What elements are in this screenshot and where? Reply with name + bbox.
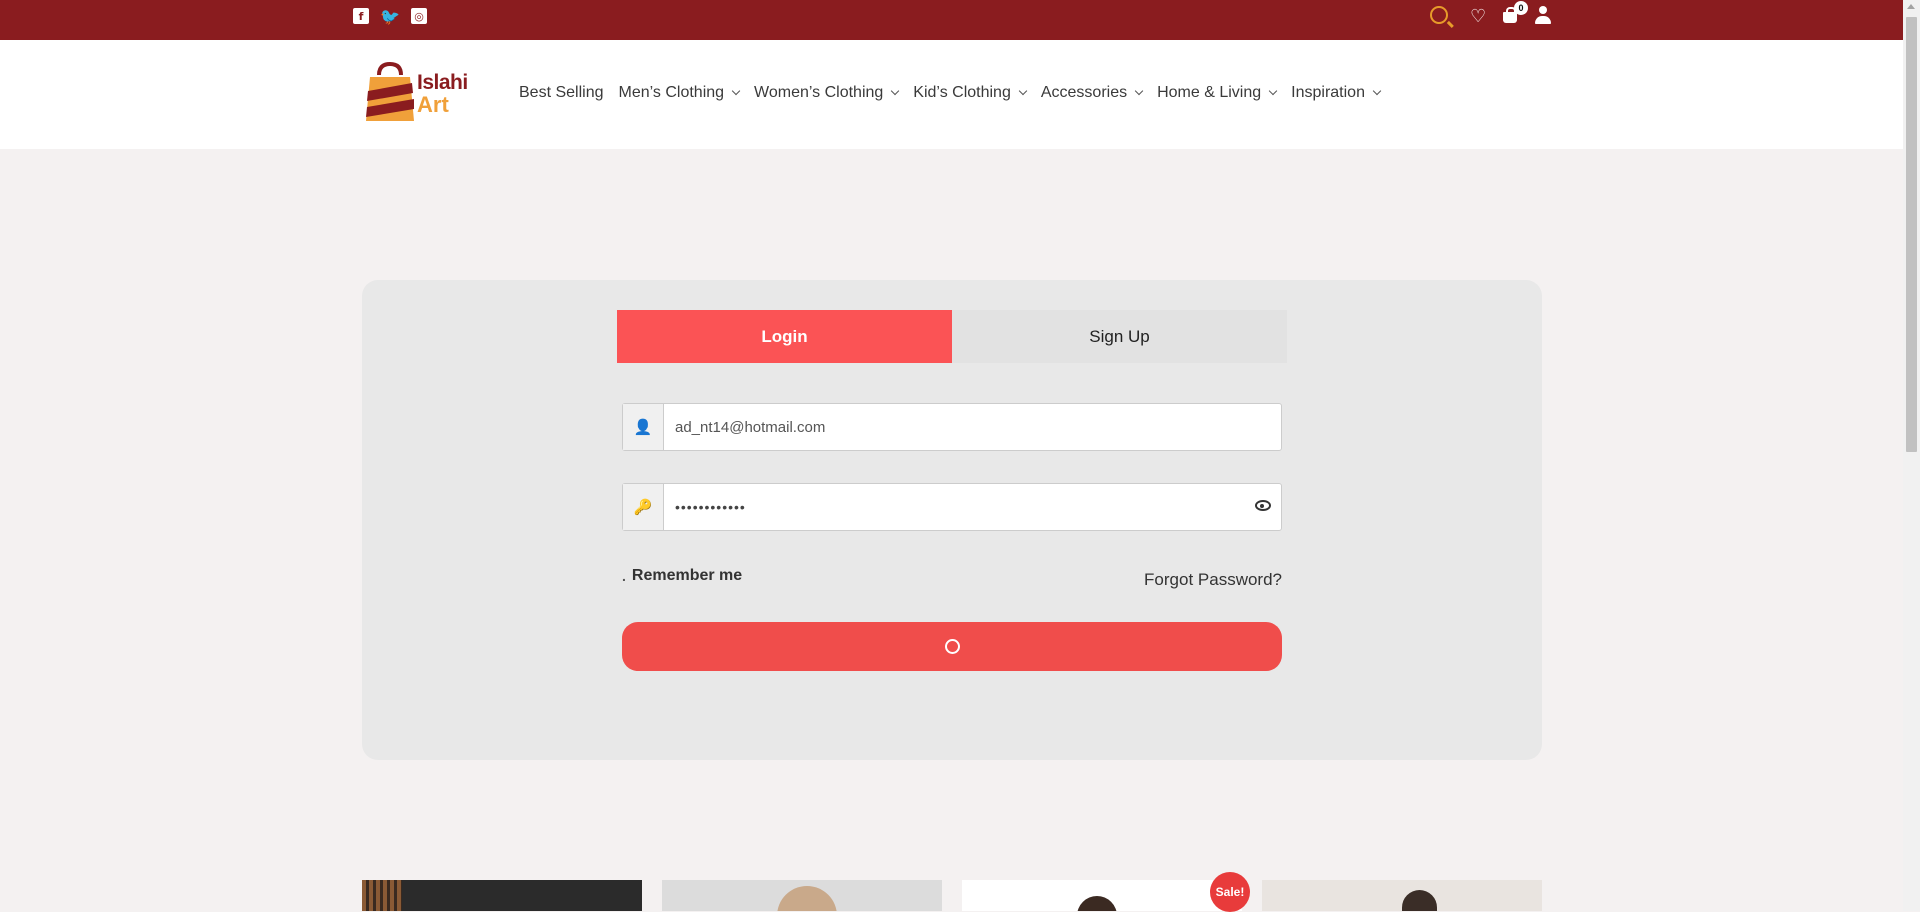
key-icon: 🔑 [623, 484, 664, 530]
product-image[interactable] [962, 880, 1242, 911]
remember-checkbox[interactable]: . [622, 568, 626, 584]
nav-accessories[interactable]: Accessories [1040, 84, 1144, 102]
instagram-icon[interactable]: ◎ [411, 8, 427, 24]
email-value: ad_nt14@hotmail.com [675, 418, 826, 436]
email-field[interactable]: 👤 ad_nt14@hotmail.com [622, 403, 1282, 451]
remember-me[interactable]: . Remember me [622, 567, 742, 585]
login-card: Login Sign Up 👤 ad_nt14@hotmail.com 🔑 ••… [362, 280, 1542, 760]
forgot-password-link[interactable]: Forgot Password? [1144, 570, 1282, 590]
tab-login[interactable]: Login [617, 310, 952, 363]
eye-icon[interactable] [1255, 500, 1271, 511]
search-icon[interactable] [1430, 6, 1448, 24]
scroll-up-arrow-icon[interactable] [1907, 4, 1915, 9]
chevron-down-icon [1372, 86, 1382, 96]
tab-signup[interactable]: Sign Up [952, 310, 1287, 363]
loading-spinner-icon [944, 639, 960, 654]
user-icon[interactable] [1535, 6, 1551, 26]
page-scrollbar[interactable] [1903, 0, 1920, 911]
heart-icon[interactable]: ♡ [1470, 6, 1486, 27]
login-submit-button[interactable] [622, 622, 1282, 671]
chevron-down-icon [891, 86, 900, 96]
auth-tabs: Login Sign Up [617, 310, 1287, 363]
product-image[interactable] [362, 880, 642, 911]
top-actions: ♡ 0 [1428, 1, 1553, 34]
sale-badge: Sale! [1210, 872, 1250, 912]
nav-inspiration[interactable]: Inspiration [1291, 84, 1382, 102]
nav-mens-clothing[interactable]: Men’s Clothing [618, 84, 741, 102]
chevron-down-icon [1134, 86, 1144, 96]
scrollbar-thumb[interactable] [1906, 17, 1917, 452]
nav-label: Accessories [1040, 84, 1128, 101]
chevron-down-icon [1268, 86, 1278, 96]
chevron-down-icon [1018, 86, 1028, 96]
social-links: f 🐦 ◎ [353, 7, 427, 26]
user-plus-icon: 👤 [623, 404, 664, 450]
top-bar: f 🐦 ◎ ♡ 0 [0, 0, 1903, 40]
nav-womens-clothing[interactable]: Women’s Clothing [754, 84, 900, 102]
twitter-icon[interactable]: 🐦 [380, 7, 400, 26]
site-header: Islahi Art Best Selling Men’s Clothing W… [0, 40, 1903, 149]
logo[interactable]: Islahi Art [362, 61, 468, 125]
logo-text-line2: Art [417, 92, 449, 117]
nav-best-selling[interactable]: Best Selling [519, 84, 604, 102]
cart-count-badge: 0 [1514, 1, 1528, 15]
nav-home-living[interactable]: Home & Living [1157, 84, 1278, 102]
product-image[interactable] [1262, 880, 1542, 911]
facebook-icon[interactable]: f [353, 8, 369, 24]
nav-kids-clothing[interactable]: Kid’s Clothing [913, 84, 1028, 102]
product-image[interactable] [662, 880, 942, 911]
product-strip: Sale! [362, 872, 1542, 912]
password-value: •••••••••••• [675, 499, 746, 515]
nav-label: Women’s Clothing [754, 84, 884, 101]
nav-label: Men’s Clothing [618, 84, 725, 101]
chevron-down-icon [731, 86, 741, 96]
nav-label: Inspiration [1291, 84, 1365, 101]
nav-label: Kid’s Clothing [913, 84, 1011, 101]
password-field[interactable]: 🔑 •••••••••••• [622, 483, 1282, 531]
nav-label: Home & Living [1157, 84, 1262, 101]
cart-icon[interactable] [1503, 7, 1517, 23]
nav-label: Best Selling [519, 84, 604, 101]
logo-bag-icon [366, 61, 414, 121]
main-nav: Best Selling Men’s Clothing Women’s Clot… [519, 84, 1395, 102]
remember-label: Remember me [631, 567, 743, 584]
